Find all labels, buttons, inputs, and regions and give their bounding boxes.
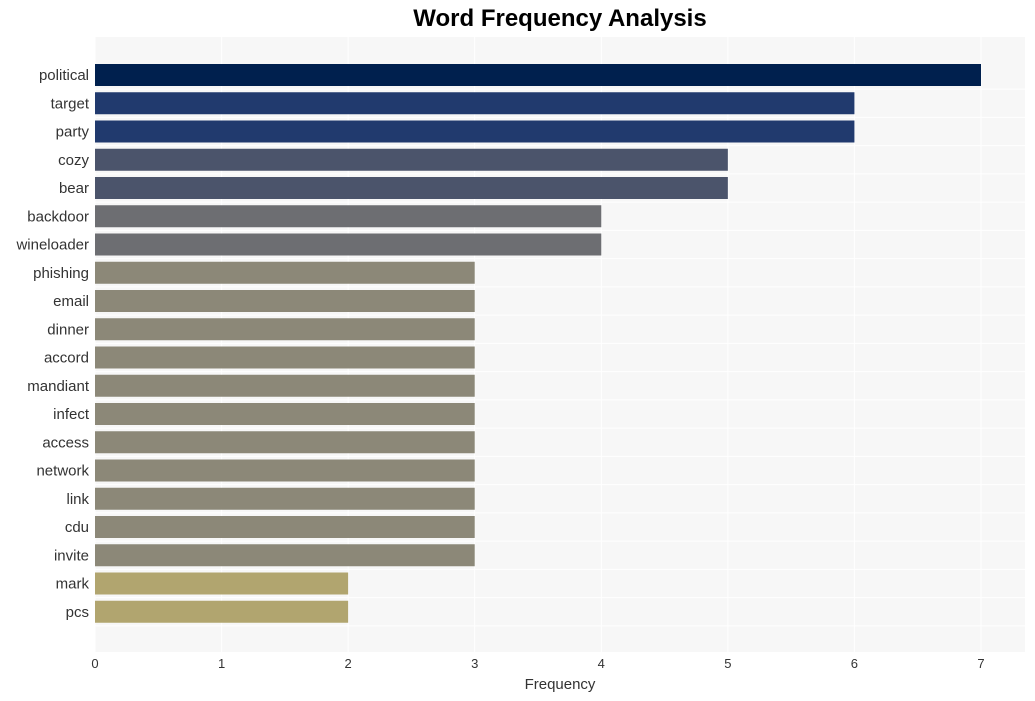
y-label-network: network bbox=[36, 463, 89, 480]
bar-bear bbox=[95, 177, 728, 199]
y-label-access: access bbox=[42, 434, 89, 451]
y-label-phishing: phishing bbox=[33, 265, 89, 282]
y-label-target: target bbox=[51, 95, 90, 112]
y-label-mark: mark bbox=[56, 576, 90, 593]
y-label-email: email bbox=[53, 293, 89, 310]
x-tick-label: 0 bbox=[91, 656, 98, 671]
bar-accord bbox=[95, 346, 475, 369]
y-label-party: party bbox=[56, 124, 90, 141]
bar-political bbox=[95, 64, 981, 86]
bar-target bbox=[95, 92, 855, 115]
bar-infect bbox=[95, 403, 475, 425]
y-label-pcs: pcs bbox=[66, 604, 89, 621]
bar-network bbox=[95, 459, 475, 482]
y-label-dinner: dinner bbox=[47, 321, 89, 338]
bar-access bbox=[95, 431, 475, 454]
bar-cozy bbox=[95, 148, 728, 171]
x-axis-label: Frequency bbox=[525, 676, 596, 693]
x-tick-label: 4 bbox=[598, 656, 605, 671]
bar-invite bbox=[95, 544, 475, 567]
x-tick-label: 2 bbox=[345, 656, 352, 671]
bar-wineloader bbox=[95, 233, 602, 256]
bar-mandiant bbox=[95, 374, 475, 397]
y-label-invite: invite bbox=[54, 547, 89, 564]
x-tick-label: 5 bbox=[724, 656, 731, 671]
x-tick-label: 6 bbox=[851, 656, 858, 671]
y-axis-labels: political target party cozy bear backdoor wine… bbox=[15, 67, 89, 621]
y-label-bear: bear bbox=[59, 180, 89, 197]
y-label-cozy: cozy bbox=[58, 152, 89, 169]
y-label-link: link bbox=[66, 491, 89, 508]
y-label-infect: infect bbox=[53, 406, 90, 423]
bar-chart: political target party cozy bear backdoor wine… bbox=[15, 37, 1025, 693]
bar-link bbox=[95, 487, 475, 510]
bar-mark bbox=[95, 572, 349, 595]
x-axis-ticks: 0 1 2 3 4 5 6 7 bbox=[91, 656, 984, 671]
bar-pcs bbox=[95, 600, 349, 623]
bar-email bbox=[95, 290, 475, 312]
y-label-accord: accord bbox=[44, 350, 89, 367]
x-tick-label: 1 bbox=[218, 656, 225, 671]
x-tick-label: 3 bbox=[471, 656, 478, 671]
bar-cdu bbox=[95, 516, 475, 538]
y-label-backdoor: backdoor bbox=[27, 208, 89, 225]
bar-backdoor bbox=[95, 205, 602, 228]
y-label-cdu: cdu bbox=[65, 519, 89, 536]
y-label-political: political bbox=[39, 67, 89, 84]
bar-dinner bbox=[95, 318, 475, 341]
y-label-wineloader: wineloader bbox=[15, 237, 89, 254]
x-tick-label: 7 bbox=[977, 656, 984, 671]
bar-phishing bbox=[95, 261, 475, 284]
bar-party bbox=[95, 120, 855, 143]
y-label-mandiant: mandiant bbox=[27, 378, 90, 395]
